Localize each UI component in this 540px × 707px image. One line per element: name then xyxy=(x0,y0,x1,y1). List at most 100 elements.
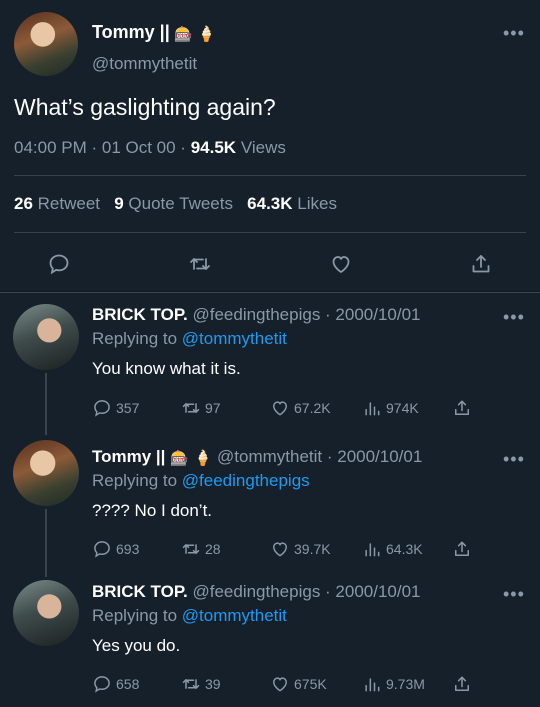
reply-text: Yes you do. xyxy=(92,636,181,655)
reply-header: BRICK TOP. @feedingthepigs · 2000/10/01 xyxy=(92,305,421,325)
ice-cream-emoji: 🍦 xyxy=(197,25,217,43)
handle-date[interactable]: @feedingthepigs · 2000/10/01 xyxy=(192,582,420,601)
replying-to-handle[interactable]: @feedingthepigs xyxy=(182,471,310,490)
avatar[interactable] xyxy=(13,304,79,370)
reply-count: 357 xyxy=(116,400,140,416)
retweet-icon xyxy=(182,544,200,554)
view-count: 64.3K xyxy=(386,541,423,557)
replying-to-label: Replying to xyxy=(92,606,178,625)
like-count: 39.7K xyxy=(294,541,331,557)
like-action[interactable]: 675K xyxy=(270,674,327,694)
display-name[interactable]: BRICK TOP. xyxy=(92,582,188,601)
timestamp[interactable]: 04:00 PM · 01 Oct 00 · xyxy=(14,138,186,157)
thread-line xyxy=(45,373,47,435)
reply-action[interactable]: 357 xyxy=(92,398,139,418)
views-icon xyxy=(365,678,380,692)
replying-to: Replying to @tommythetit xyxy=(92,329,287,349)
replying-to: Replying to @feedingthepigs xyxy=(92,471,310,491)
reply-header: BRICK TOP. @feedingthepigs · 2000/10/01 xyxy=(92,582,421,602)
handle[interactable]: @tommythetit xyxy=(92,54,197,74)
thread-line xyxy=(45,509,47,577)
handle-date[interactable]: @tommythetit · 2000/10/01 xyxy=(217,447,422,466)
reply-count: 658 xyxy=(116,676,140,692)
display-name[interactable]: BRICK TOP. xyxy=(92,305,188,324)
reply-action[interactable]: 658 xyxy=(92,674,139,694)
like-action[interactable]: 39.7K xyxy=(270,539,331,559)
retweets-label: Retweet xyxy=(37,194,101,213)
reply-icon xyxy=(94,541,110,558)
views-count: 94.5K xyxy=(190,138,237,157)
share-action[interactable] xyxy=(452,674,472,694)
retweet-count: 28 xyxy=(205,541,221,557)
retweet-count: 39 xyxy=(205,676,221,692)
quotes-stat[interactable]: 9 Quote Tweets xyxy=(114,194,233,213)
likes-label: Likes xyxy=(297,194,337,213)
views-icon xyxy=(365,543,380,557)
divider xyxy=(0,292,540,293)
reply-icon xyxy=(94,676,110,693)
retweet-icon xyxy=(182,403,200,413)
divider xyxy=(14,175,526,176)
reply-text: ???? No I don’t. xyxy=(92,501,213,520)
retweet-action[interactable]: 39 xyxy=(181,674,221,694)
retweet-icon[interactable] xyxy=(188,252,212,276)
quotes-count: 9 xyxy=(114,194,124,213)
reply-text: You know what it is. xyxy=(92,359,241,378)
share-icon xyxy=(455,541,469,556)
heart-icon xyxy=(272,677,288,692)
avatar[interactable] xyxy=(13,440,79,506)
likes-stat[interactable]: 64.3K Likes xyxy=(247,194,337,213)
replying-to: Replying to @tommythetit xyxy=(92,606,287,626)
divider xyxy=(14,232,526,233)
retweet-count: 97 xyxy=(205,400,221,416)
share-icon xyxy=(455,400,469,415)
like-count: 67.2K xyxy=(294,400,331,416)
like-action[interactable]: 67.2K xyxy=(270,398,331,418)
share-action[interactable] xyxy=(452,539,472,559)
more-icon[interactable]: ••• xyxy=(503,24,525,42)
retweet-icon xyxy=(182,679,200,689)
share-action[interactable] xyxy=(452,398,472,418)
views-label: Views xyxy=(240,138,286,157)
view-count: 9.73M xyxy=(386,676,425,692)
more-icon[interactable]: ••• xyxy=(503,308,525,326)
replying-to-label: Replying to xyxy=(92,329,178,348)
tweet-meta: 04:00 PM · 01 Oct 00 · 94.5K Views xyxy=(14,138,286,158)
ice-cream-emoji: 🍦 xyxy=(193,449,213,467)
retweet-action[interactable]: 28 xyxy=(181,539,221,559)
display-name[interactable]: Tommy || xyxy=(92,22,170,42)
retweets-stat[interactable]: 26 Retweet xyxy=(14,194,100,213)
engagement-stats: 26 Retweet 9 Quote Tweets 64.3K Likes xyxy=(14,194,337,214)
reply-action[interactable]: 693 xyxy=(92,539,139,559)
views-action[interactable]: 974K xyxy=(362,398,419,418)
likes-count: 64.3K xyxy=(247,194,293,213)
view-count: 974K xyxy=(386,400,419,416)
tweet-text: What’s gaslighting again? xyxy=(14,94,276,120)
views-action[interactable]: 9.73M xyxy=(362,674,425,694)
reply-header: Tommy || 🎰 🍦 @tommythetit · 2000/10/01 xyxy=(92,447,422,467)
display-name-row: Tommy || 🎰 🍦 xyxy=(92,22,216,43)
more-icon[interactable]: ••• xyxy=(503,450,525,468)
handle-date[interactable]: @feedingthepigs · 2000/10/01 xyxy=(192,305,420,324)
heart-icon[interactable] xyxy=(329,252,353,276)
avatar[interactable] xyxy=(13,580,79,646)
retweet-action[interactable]: 97 xyxy=(181,398,221,418)
share-icon xyxy=(455,676,469,691)
share-icon[interactable] xyxy=(469,252,493,276)
heart-icon xyxy=(272,401,288,416)
avatar[interactable] xyxy=(14,12,78,76)
reply-icon[interactable] xyxy=(47,252,71,276)
views-icon xyxy=(365,402,380,416)
display-name[interactable]: Tommy || xyxy=(92,447,165,466)
replying-to-label: Replying to xyxy=(92,471,178,490)
slot-machine-emoji: 🎰 xyxy=(174,25,193,43)
like-count: 675K xyxy=(294,676,327,692)
replying-to-handle[interactable]: @tommythetit xyxy=(182,329,287,348)
more-icon[interactable]: ••• xyxy=(503,585,525,603)
slot-machine-emoji: 🎰 xyxy=(170,449,189,467)
heart-icon xyxy=(272,542,288,557)
views-action[interactable]: 64.3K xyxy=(362,539,423,559)
retweets-count: 26 xyxy=(14,194,33,213)
replying-to-handle[interactable]: @tommythetit xyxy=(182,606,287,625)
quotes-label: Quote Tweets xyxy=(128,194,233,213)
